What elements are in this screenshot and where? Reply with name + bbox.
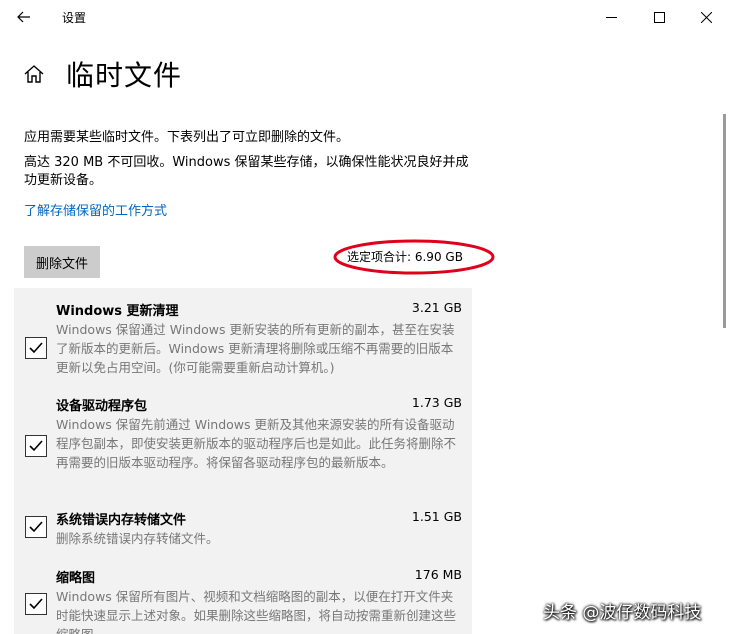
minimize-icon: [605, 16, 617, 18]
item-name: Windows 更新清理: [56, 304, 179, 319]
watermark-text: 头条 @波仔数码科技: [543, 603, 702, 623]
item-name: 设备驱动程序包: [56, 399, 148, 414]
reserve-description: 高达 320 MB 不可回收。Windows 保留某些存储，以确保性能状况良好并…: [24, 155, 469, 188]
item-checkbox[interactable]: [25, 435, 47, 457]
item-description: Windows 保留先前通过 Windows 更新及其他来源安装的所有设备驱动程…: [56, 417, 457, 470]
item-checkbox[interactable]: [25, 337, 47, 359]
item-description: 删除系统错误内存转储文件。: [56, 531, 219, 546]
item-checkbox[interactable]: [25, 593, 47, 615]
home-icon[interactable]: [22, 62, 46, 86]
scrollbar-thumb[interactable]: [723, 114, 726, 328]
item-size: 3.21 GB: [411, 300, 462, 315]
item-checkbox[interactable]: [25, 516, 47, 538]
back-button[interactable]: [8, 4, 40, 30]
back-arrow-icon: [17, 11, 30, 23]
remove-files-button[interactable]: 删除文件: [24, 246, 100, 278]
maximize-button[interactable]: [635, 0, 683, 34]
highlight-circle-annotation: [333, 239, 495, 275]
list-item-thumbnails[interactable]: 缩略图 176 MB Windows 保留所有图片、视频和文档缩略图的副本，以便…: [14, 567, 472, 634]
item-description: Windows 保留通过 Windows 更新安装的所有更新的副本，甚至在安装了…: [56, 322, 455, 375]
list-item-device-driver-packages[interactable]: 设备驱动程序包 1.73 GB Windows 保留先前通过 Windows 更…: [14, 395, 472, 499]
item-description: Windows 保留所有图片、视频和文档缩略图的副本，以便在打开文件夹时能快速显…: [56, 589, 457, 634]
close-icon: [700, 11, 712, 23]
item-size: 1.73 GB: [411, 395, 462, 410]
window-title: 设置: [62, 11, 87, 25]
item-size: 176 MB: [414, 567, 462, 582]
checkmark-icon: [29, 521, 43, 533]
list-item-windows-update-cleanup[interactable]: Windows 更新清理 3.21 GB Windows 保留通过 Window…: [14, 300, 472, 386]
item-size: 1.51 GB: [411, 509, 462, 524]
item-name: 系统错误内存转储文件: [56, 513, 187, 528]
page-description: 应用需要某些临时文件。下表列出了可立即删除的文件。: [24, 130, 350, 145]
vertical-scrollbar[interactable]: [721, 34, 730, 634]
title-bar: 设置: [0, 0, 730, 34]
maximize-icon: [653, 11, 665, 23]
item-name: 缩略图: [56, 571, 96, 586]
minimize-button[interactable]: [587, 0, 635, 34]
checkmark-icon: [29, 342, 43, 354]
close-button[interactable]: [682, 0, 730, 34]
list-item-memory-dump-files[interactable]: 系统错误内存转储文件 1.51 GB 删除系统错误内存转储文件。: [14, 509, 472, 553]
learn-storage-reserve-link[interactable]: 了解存储保留的工作方式: [24, 200, 167, 219]
page-title: 临时文件: [66, 59, 183, 92]
checkmark-icon: [29, 598, 43, 610]
checkmark-icon: [29, 440, 43, 452]
temp-files-list: Windows 更新清理 3.21 GB Windows 保留通过 Window…: [14, 288, 472, 634]
